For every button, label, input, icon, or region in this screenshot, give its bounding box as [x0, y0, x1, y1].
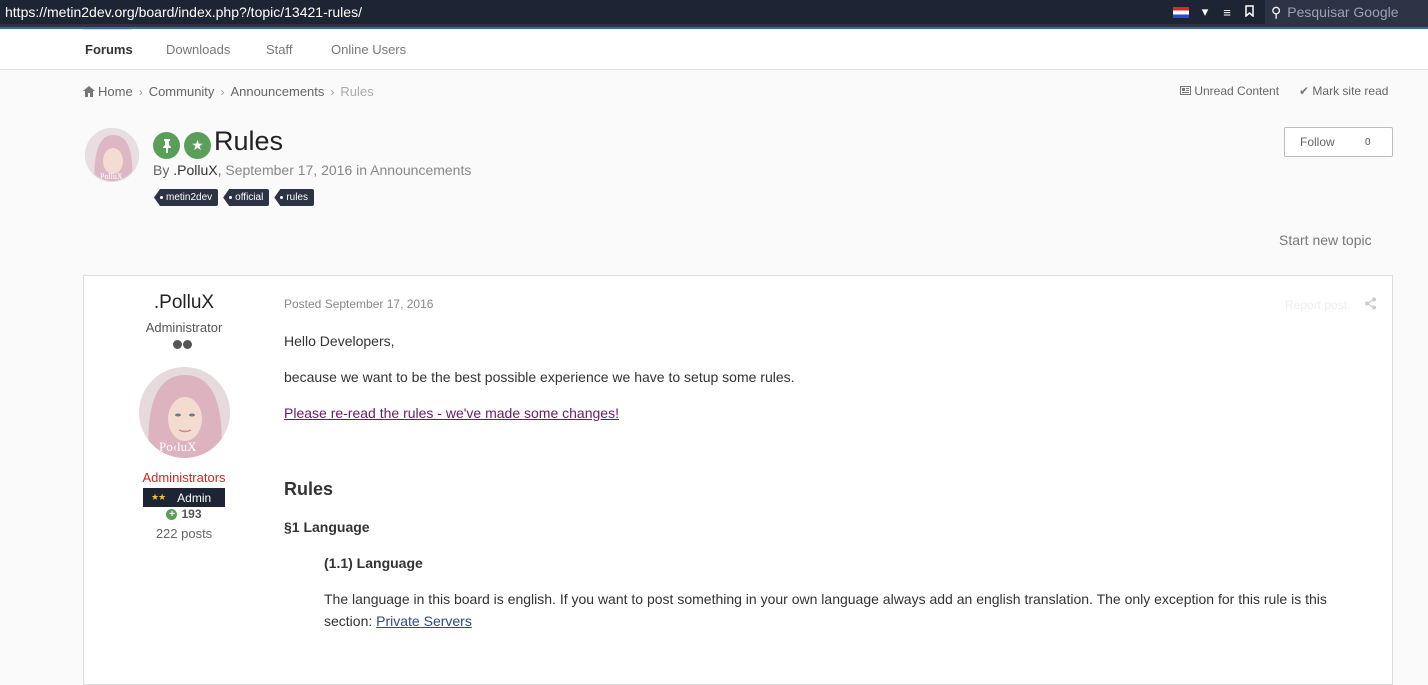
reread-rules-link[interactable]: Please re-read the rules - we've made so…	[284, 405, 619, 421]
breadcrumb: Home › Community › Announcements › Rules	[83, 84, 374, 99]
dropdown-arrow-icon[interactable]: ▾	[1194, 4, 1216, 20]
nav-online-users[interactable]: Online Users	[331, 42, 406, 57]
admin-badge: ★★ Admin	[143, 488, 225, 507]
breadcrumb-home[interactable]: Home	[98, 84, 133, 99]
post-author-title: Administrator	[145, 320, 223, 335]
rank-pips	[173, 340, 192, 349]
mark-site-read-label: Mark site read	[1312, 84, 1389, 98]
tag-official[interactable]: official	[223, 189, 270, 206]
group-name: Administrators	[142, 470, 226, 485]
plus-circle-icon: +	[166, 508, 178, 520]
browser-address-bar: https://metin2dev.org/board/index.php?/t…	[0, 0, 1428, 24]
featured-star-icon: ★	[184, 132, 211, 159]
svg-text:PolluX: PolluX	[100, 172, 123, 181]
unread-content-link[interactable]: Unread Content	[1180, 84, 1279, 98]
breadcrumb-community[interactable]: Community	[149, 84, 215, 99]
unread-content-label: Unread Content	[1194, 84, 1280, 98]
share-icon[interactable]	[1364, 297, 1377, 310]
byline-date: September 17, 2016	[225, 162, 353, 178]
newspaper-icon	[1180, 86, 1191, 95]
post-intro: because we want to be the best possible …	[284, 369, 795, 385]
byline-forum[interactable]: Announcements	[370, 162, 471, 178]
subsection-language-heading: (1.1) Language	[324, 555, 423, 571]
rank-pip	[173, 340, 182, 349]
private-servers-link[interactable]: Private Servers	[376, 613, 472, 629]
reputation-value: 193	[181, 507, 202, 521]
in-label: in	[356, 162, 368, 178]
chevron-right-icon: ›	[138, 84, 143, 99]
post-container: .PolluX Administrator Po‹luX Administrat…	[83, 275, 1393, 685]
chevron-right-icon: ›	[330, 84, 335, 99]
breadcrumb-current: Rules	[340, 84, 374, 99]
tag-metin2dev[interactable]: metin2dev	[154, 189, 219, 206]
search-icon: ⚲	[1271, 3, 1282, 20]
reputation: + 193	[84, 507, 284, 521]
admin-badge-label: Admin	[177, 490, 212, 505]
author-avatar[interactable]: Po‹luX	[139, 367, 230, 458]
nav-downloads[interactable]: Downloads	[166, 42, 230, 57]
section-language-heading: §1 Language	[284, 519, 370, 535]
author-avatar-small[interactable]: PolluX	[85, 128, 139, 182]
nav-staff[interactable]: Staff	[266, 42, 293, 57]
tag-list: metin2dev official rules	[154, 189, 314, 206]
subsection-language-text: The language in this board is english. I…	[324, 588, 1334, 632]
svg-text:Po‹luX: Po‹luX	[159, 439, 197, 454]
mark-site-read-link[interactable]: ✔ Mark site read	[1299, 84, 1388, 98]
rank-pip	[183, 340, 192, 349]
breadcrumb-announcements[interactable]: Announcements	[230, 84, 324, 99]
tag-rules[interactable]: rules	[274, 189, 314, 206]
browser-search-box[interactable]: ⚲ Pesquisar Google	[1265, 0, 1428, 24]
follow-button[interactable]: Follow 0	[1284, 127, 1393, 157]
report-post-link[interactable]: Report post	[1285, 298, 1347, 312]
star-icon: ★★	[151, 492, 166, 502]
nav-active-indicator	[83, 29, 132, 30]
url-field[interactable]: https://metin2dev.org/board/index.php?/t…	[0, 4, 1168, 20]
page-title: Rules	[214, 126, 284, 156]
menu-lines-icon[interactable]: ≡	[1216, 5, 1238, 20]
browser-toolbar: ▾ ≡	[1168, 0, 1260, 24]
language-rule-text: The language in this board is english. I…	[324, 591, 1327, 629]
forum-nav: Forums Downloads Staff Online Users	[0, 29, 1428, 70]
search-placeholder: Pesquisar Google	[1287, 4, 1399, 20]
post-greeting: Hello Developers,	[284, 333, 395, 349]
checkmark-icon: ✔	[1299, 84, 1310, 98]
nav-forums[interactable]: Forums	[85, 42, 133, 57]
post-date[interactable]: Posted September 17, 2016	[284, 297, 433, 311]
flag-icon[interactable]	[1173, 6, 1189, 18]
start-new-topic-button[interactable]: Start new topic	[1279, 232, 1372, 248]
bookmark-icon[interactable]	[1238, 4, 1260, 20]
byline-author[interactable]: .PolluX	[173, 162, 217, 178]
follow-count: 0	[1365, 136, 1371, 148]
topic-byline: By .PolluX, September 17, 2016 in Announ…	[153, 162, 472, 178]
pin-icon	[153, 132, 180, 159]
by-label: By	[153, 162, 170, 178]
post-author-name[interactable]: .PolluX	[84, 292, 284, 314]
home-icon	[83, 86, 95, 97]
rules-heading: Rules	[284, 479, 334, 499]
follow-label: Follow	[1300, 135, 1335, 149]
chevron-right-icon: ›	[220, 84, 225, 99]
post-count: 222 posts	[155, 526, 213, 541]
